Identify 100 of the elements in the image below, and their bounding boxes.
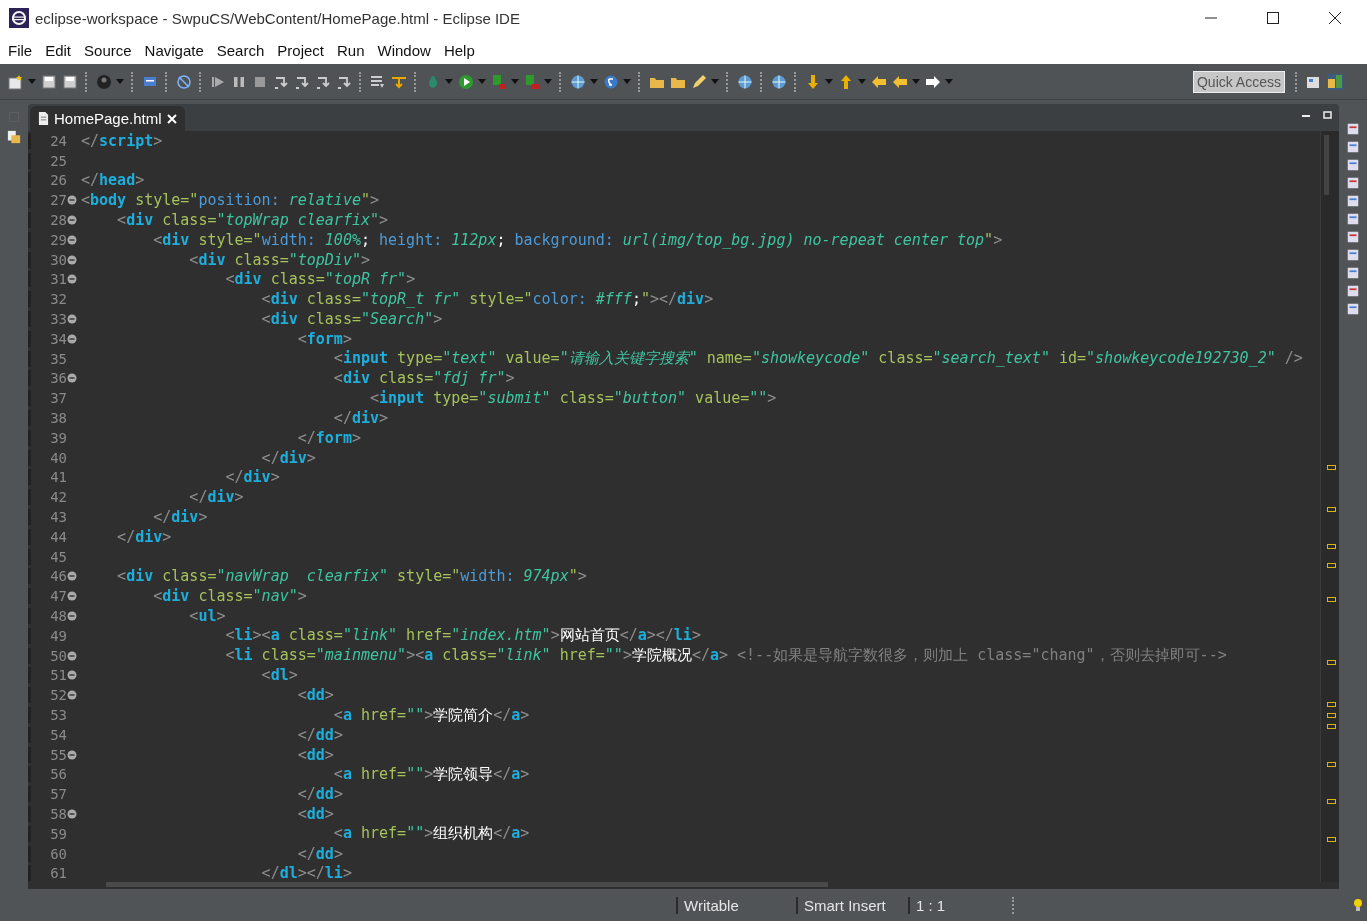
run-icon[interactable] [458,73,474,90]
down-arrow-icon[interactable] [805,73,821,90]
view-icon[interactable] [1346,302,1360,316]
view-icon[interactable] [1346,176,1360,190]
menu-item[interactable]: Run [337,41,365,59]
overview-marker[interactable] [1327,799,1336,805]
view-icon[interactable] [1346,194,1360,208]
view-icon[interactable] [1346,158,1360,172]
overview-marker[interactable] [1327,596,1336,602]
code-line: <a href="">组织机构</a> [332,824,530,844]
editor-tab[interactable]: HomePage.html [30,106,185,131]
menu-item[interactable]: Source [84,41,132,59]
caret-icon[interactable] [478,79,486,84]
fold-icon[interactable] [67,314,77,325]
java-ee-perspective-icon[interactable] [1327,73,1343,90]
caret-icon[interactable] [825,79,833,84]
line-number: 41 [28,469,67,486]
view-icon[interactable] [1346,266,1360,280]
view-icon[interactable] [1346,140,1360,154]
view-icon[interactable] [1346,284,1360,298]
caret-icon[interactable] [544,79,552,84]
fold-icon[interactable] [67,571,77,582]
code-line: <a href="">学院简介</a> [332,705,530,725]
overview-marker[interactable] [1327,761,1336,767]
pencil-icon[interactable] [691,73,707,90]
line-number: 53 [28,707,67,723]
maximize-icon[interactable] [1323,111,1333,121]
code-line: <dd> [296,745,334,764]
caret-icon[interactable] [445,79,453,84]
line-number: 56 [28,766,67,783]
globe-icon[interactable] [737,73,753,90]
line-number: 59 [28,825,67,842]
dark-circle-icon[interactable] [96,73,112,90]
menu-item[interactable]: File [8,41,33,59]
overview-marker[interactable] [1327,724,1336,730]
caret-icon[interactable] [912,79,920,84]
view-icon[interactable] [1346,122,1360,136]
menu-item[interactable]: Window [377,41,431,59]
caret-icon[interactable] [590,79,598,84]
code-line: <div class="fdj fr"> [332,369,515,388]
line-number: 60 [28,845,67,862]
menu-item[interactable]: Search [216,41,265,59]
menu-item[interactable]: Navigate [144,41,204,59]
menu-item[interactable]: Help [443,41,475,59]
code-line: <div class="topDiv"> [188,250,370,269]
caret-icon[interactable] [623,79,631,84]
list-arrow-icon[interactable] [370,73,386,90]
code-line: <div class="topWrap clearfix"> [116,211,389,230]
caret-icon[interactable] [28,79,36,84]
fold-icon[interactable] [67,690,77,701]
save-all-icon[interactable] [62,73,78,90]
close-icon[interactable] [1329,12,1341,24]
view-icon[interactable] [1346,212,1360,226]
save-icon[interactable] [41,73,57,90]
fold-icon[interactable] [67,650,77,661]
fold-icon[interactable] [67,254,77,265]
fold-icon[interactable] [67,591,77,602]
overview-marker[interactable] [1327,562,1336,568]
view-icon[interactable] [1346,248,1360,262]
code-line: </div> [116,527,172,546]
caret-icon[interactable] [711,79,719,84]
overview-marker[interactable] [1327,544,1336,550]
caret-icon[interactable] [116,79,124,84]
line-number: 49 [28,627,67,644]
skip-icon[interactable] [176,73,192,90]
overview-marker[interactable] [1327,506,1336,512]
line-number: 45 [28,548,67,565]
up-arrow-icon[interactable] [838,73,854,90]
fold-icon[interactable] [67,274,77,285]
right-arrow-icon[interactable] [925,73,941,90]
quick-access-field[interactable]: Quick Access [1192,70,1285,93]
menu-item[interactable]: Project [277,41,324,59]
overview-marker[interactable] [1327,701,1336,707]
fold-icon[interactable] [67,373,77,384]
maximize-icon[interactable] [1267,12,1279,24]
fold-icon[interactable] [67,809,77,819]
overview-marker[interactable] [1327,836,1336,842]
fold-icon[interactable] [67,195,77,206]
caret-icon[interactable] [945,79,953,84]
fold-icon[interactable] [67,333,77,344]
fold-icon[interactable] [67,215,77,226]
new-file-icon[interactable] [8,73,24,90]
caret-icon[interactable] [858,79,866,84]
lightbulb-icon[interactable] [1353,898,1363,912]
explorer-icon[interactable] [7,130,21,144]
overview-marker[interactable] [1327,713,1336,718]
code-line: <input type="submit" class="button" value=""> [369,389,777,408]
vertical-scrollbar[interactable] [1324,135,1329,195]
code-line: </dl></li> [260,864,352,882]
fold-icon[interactable] [67,611,77,621]
overview-marker[interactable] [1327,660,1336,666]
horizontal-scrollbar[interactable] [106,882,828,887]
window-title: eclipse-workspace - SwpuCS/WebContent/HomePage.html - Eclipse IDE [35,9,520,27]
fold-icon[interactable] [67,749,77,760]
overview-marker[interactable] [1327,465,1336,471]
view-icon[interactable] [1346,230,1360,244]
fold-icon[interactable] [67,670,77,681]
fold-icon[interactable] [67,234,77,245]
caret-icon[interactable] [511,79,519,84]
menu-item[interactable]: Edit [45,41,72,59]
